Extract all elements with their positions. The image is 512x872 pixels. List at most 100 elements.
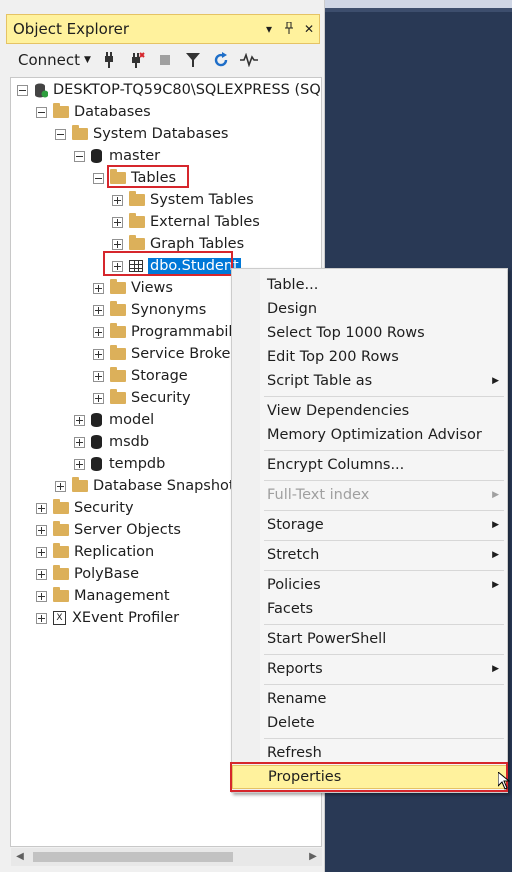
scrollbar-thumb[interactable] xyxy=(33,852,233,862)
tree-node-service-broker[interactable]: Service Broker xyxy=(93,343,236,365)
menu-item-policies[interactable]: Policies ▶ xyxy=(232,573,507,597)
tree-node-external-tables[interactable]: External Tables xyxy=(112,211,260,233)
expand-icon[interactable] xyxy=(74,458,85,470)
stop-icon[interactable] xyxy=(155,50,175,70)
menu-item-reports[interactable]: Reports ▶ xyxy=(232,657,507,681)
menu-separator xyxy=(264,738,504,739)
tree-node-security[interactable]: Security xyxy=(36,497,134,519)
collapse-icon[interactable] xyxy=(55,128,66,140)
tree-node-management[interactable]: Management xyxy=(36,585,170,607)
expand-icon[interactable] xyxy=(36,568,47,580)
collapse-icon[interactable] xyxy=(17,84,28,96)
expand-icon[interactable] xyxy=(93,348,104,360)
folder-icon xyxy=(110,367,126,382)
menu-item-stretch[interactable]: Stretch ▶ xyxy=(232,543,507,567)
tree-node-xevent-profiler[interactable]: X XEvent Profiler xyxy=(36,607,179,629)
tree-node-msdb[interactable]: msdb xyxy=(74,431,149,453)
tree-node-views[interactable]: Views xyxy=(93,277,173,299)
expand-icon[interactable] xyxy=(74,414,85,426)
connect-label: Connect xyxy=(18,51,81,69)
menu-item-delete[interactable]: Delete xyxy=(232,711,507,735)
expand-icon[interactable] xyxy=(36,502,47,514)
menu-label: Rename xyxy=(267,691,327,707)
menu-item-select-top[interactable]: Select Top 1000 Rows xyxy=(232,321,507,345)
menu-item-view-dependencies[interactable]: View Dependencies xyxy=(232,399,507,423)
menu-label: Encrypt Columns... xyxy=(267,457,405,473)
tree-node-security-db[interactable]: Security xyxy=(93,387,191,409)
tables-highlight-box xyxy=(107,165,189,188)
disconnect-icon[interactable] xyxy=(127,50,147,70)
menu-separator xyxy=(264,450,504,451)
expand-icon[interactable] xyxy=(36,546,47,558)
menu-item-start-powershell[interactable]: Start PowerShell xyxy=(232,627,507,651)
expand-icon[interactable] xyxy=(93,370,104,382)
tree-node-storage[interactable]: Storage xyxy=(93,365,188,387)
expand-icon[interactable] xyxy=(36,590,47,602)
collapse-icon[interactable] xyxy=(74,150,85,162)
tree-label-databases: Databases xyxy=(74,104,151,120)
tree-node-model[interactable]: model xyxy=(74,409,154,431)
expand-icon[interactable] xyxy=(55,480,66,492)
close-icon[interactable]: ✕ xyxy=(299,22,319,36)
tree-label-synonyms: Synonyms xyxy=(131,302,207,318)
collapse-icon[interactable] xyxy=(36,106,47,118)
expand-icon[interactable] xyxy=(112,194,123,206)
folder-icon xyxy=(110,301,126,316)
menu-item-script-table-as[interactable]: Script Table as ▶ xyxy=(232,369,507,393)
object-explorer-toolbar: Connect ▼ xyxy=(6,44,320,76)
tree-label-server: DESKTOP-TQ59C80\SQLEXPRESS (SQL S xyxy=(53,82,322,98)
filter-icon[interactable] xyxy=(183,50,203,70)
tree-node-server[interactable]: DESKTOP-TQ59C80\SQLEXPRESS (SQL S xyxy=(17,79,322,101)
tree-node-server-objects[interactable]: Server Objects xyxy=(36,519,181,541)
menu-label: Script Table as xyxy=(267,373,373,389)
context-menu: Table... Design Select Top 1000 Rows Edi… xyxy=(231,268,508,793)
tree-label-polybase: PolyBase xyxy=(74,566,140,582)
expand-icon[interactable] xyxy=(93,326,104,338)
tree-node-database-snapshots[interactable]: Database Snapshots xyxy=(55,475,242,497)
scroll-left-icon[interactable]: ◀ xyxy=(11,848,29,866)
connect-button[interactable]: Connect ▼ xyxy=(18,51,91,69)
properties-highlight-box xyxy=(230,762,508,792)
refresh-icon[interactable] xyxy=(211,50,231,70)
menu-item-table[interactable]: Table... xyxy=(232,273,507,297)
expand-icon[interactable] xyxy=(112,216,123,228)
menu-item-memory-optimization[interactable]: Memory Optimization Advisor xyxy=(232,423,507,447)
expand-icon[interactable] xyxy=(93,282,104,294)
tree-node-tempdb[interactable]: tempdb xyxy=(74,453,165,475)
tree-node-system-databases[interactable]: System Databases xyxy=(55,123,228,145)
object-explorer-titlebar: Object Explorer ▾ ✕ xyxy=(6,14,320,44)
expand-icon[interactable] xyxy=(74,436,85,448)
database-icon xyxy=(91,413,102,427)
expand-icon[interactable] xyxy=(112,238,123,250)
expand-icon[interactable] xyxy=(36,524,47,536)
tree-label-replication: Replication xyxy=(74,544,155,560)
expand-icon[interactable] xyxy=(93,392,104,404)
tree-label-storage: Storage xyxy=(131,368,188,384)
tree-node-system-tables[interactable]: System Tables xyxy=(112,189,254,211)
folder-icon xyxy=(110,279,126,294)
horizontal-scrollbar[interactable]: ◀ ▶ xyxy=(11,848,322,866)
auto-hide-pin-icon[interactable] xyxy=(279,21,299,37)
menu-item-rename[interactable]: Rename xyxy=(232,687,507,711)
collapse-icon[interactable] xyxy=(93,172,104,184)
tree-node-polybase[interactable]: PolyBase xyxy=(36,563,139,585)
tree-node-synonyms[interactable]: Synonyms xyxy=(93,299,206,321)
tree-node-master[interactable]: master xyxy=(74,145,160,167)
menu-item-encrypt-columns[interactable]: Encrypt Columns... xyxy=(232,453,507,477)
tree-node-programmability[interactable]: Programmabili xyxy=(93,321,236,343)
expand-icon[interactable] xyxy=(36,612,47,624)
server-icon xyxy=(34,83,49,98)
activity-icon[interactable] xyxy=(239,50,259,70)
scroll-right-icon[interactable]: ▶ xyxy=(304,848,322,866)
window-position-icon[interactable]: ▾ xyxy=(259,22,279,36)
menu-item-facets[interactable]: Facets xyxy=(232,597,507,621)
menu-separator xyxy=(264,624,504,625)
menu-item-edit-top[interactable]: Edit Top 200 Rows xyxy=(232,345,507,369)
tree-node-replication[interactable]: Replication xyxy=(36,541,154,563)
plug-icon[interactable] xyxy=(99,50,119,70)
menu-label: Policies xyxy=(267,577,321,593)
menu-item-storage[interactable]: Storage ▶ xyxy=(232,513,507,537)
menu-item-design[interactable]: Design xyxy=(232,297,507,321)
expand-icon[interactable] xyxy=(93,304,104,316)
tree-node-databases[interactable]: Databases xyxy=(36,101,151,123)
